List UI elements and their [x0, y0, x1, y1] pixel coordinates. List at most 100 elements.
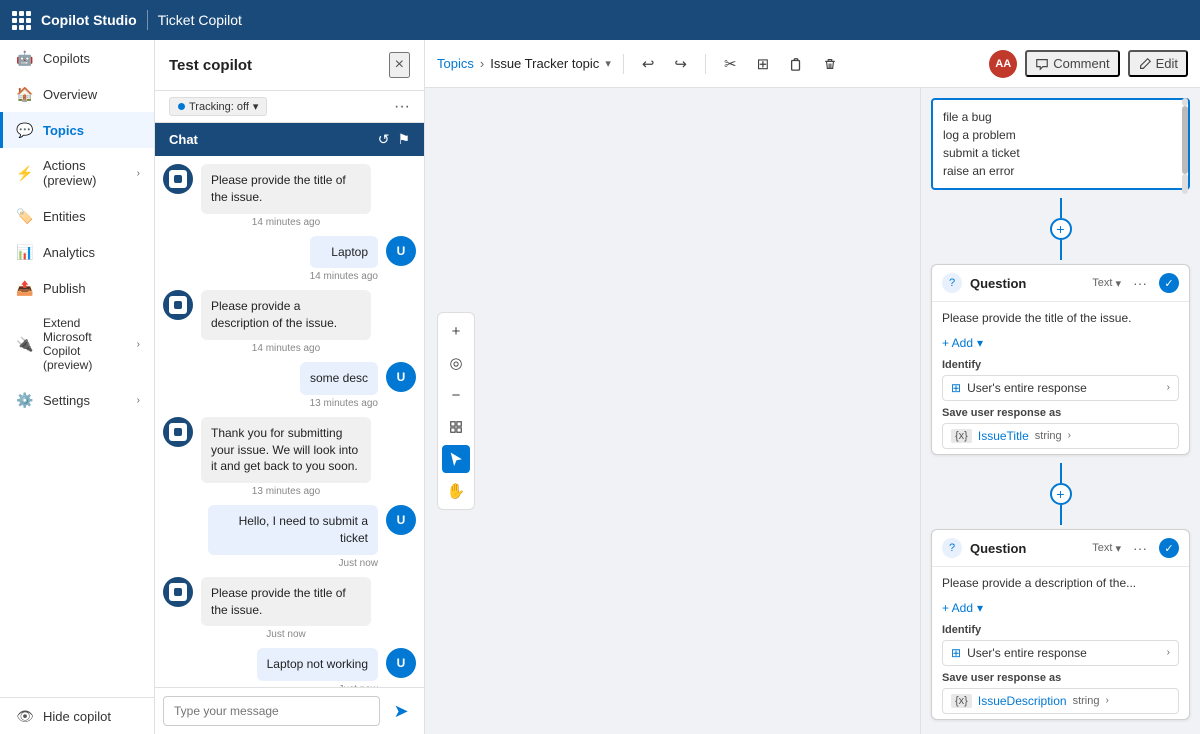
canvas-drawing-area[interactable]: [425, 88, 920, 734]
message-bubble: Laptop 14 minutes ago: [310, 236, 378, 283]
field-icon: ⊞: [951, 381, 961, 395]
toolbar-divider: [705, 54, 706, 74]
question-icon: ?: [942, 273, 962, 293]
save-section: Save user response as {x} IssueDescripti…: [942, 672, 1179, 714]
topbar-divider: [147, 10, 148, 30]
user-avatar: U: [386, 236, 416, 266]
redo-button[interactable]: ↪: [668, 51, 693, 77]
canvas-toolbar: Topics › Issue Tracker topic ▾ ↩ ↪ ✂ ⊞ A…: [425, 40, 1200, 88]
message-text: Please provide a description of the issu…: [201, 290, 371, 340]
message-bubble: Thank you for submitting your issue. We …: [201, 417, 371, 497]
comment-button[interactable]: Comment: [1025, 50, 1119, 77]
message-row: Thank you for submitting your issue. We …: [163, 417, 416, 497]
settings-icon: ⚙️: [17, 392, 33, 408]
message-time: 14 minutes ago: [201, 217, 371, 228]
paste-button[interactable]: [783, 53, 809, 75]
save-field[interactable]: {x} IssueTitle string ›: [942, 423, 1179, 449]
test-panel-header: Test copilot ×: [155, 40, 424, 91]
extend-chevron: ›: [137, 339, 140, 350]
message-text: Laptop: [310, 236, 378, 269]
copy-button[interactable]: ⊞: [751, 51, 776, 77]
zoom-fit-button[interactable]: [442, 413, 470, 441]
field-chevron: ›: [1105, 695, 1108, 706]
card-add-button[interactable]: + Add ▾: [942, 598, 1179, 618]
save-field[interactable]: {x} IssueDescription string ›: [942, 688, 1179, 714]
topbar: Copilot Studio Ticket Copilot: [0, 0, 1200, 40]
zoom-focus-button[interactable]: ◎: [442, 349, 470, 377]
edit-button[interactable]: Edit: [1128, 50, 1188, 77]
undo-button[interactable]: ↩: [636, 51, 661, 77]
card-add-button[interactable]: + Add ▾: [942, 333, 1179, 353]
question-icon: ?: [942, 538, 962, 558]
actions-icon: ⚡: [17, 165, 33, 181]
sidebar-item-analytics[interactable]: 📊 Analytics: [0, 234, 154, 270]
zoom-in-button[interactable]: +: [442, 317, 470, 345]
card-title: Question: [970, 276, 1084, 291]
topics-breadcrumb-link[interactable]: Topics: [437, 56, 474, 71]
sidebar-item-actions[interactable]: ⚡ Actions (preview) ›: [0, 148, 154, 198]
trigger-item: submit a ticket: [943, 144, 1178, 162]
var-type: string: [1073, 695, 1100, 707]
test-panel-title: Test copilot: [169, 57, 389, 74]
message-time: Just now: [201, 629, 371, 640]
test-panel-toolbar: Tracking: off ▾ ···: [155, 91, 424, 123]
overview-icon: 🏠: [17, 86, 33, 102]
sidebar-item-publish[interactable]: 📤 Publish: [0, 270, 154, 306]
card-title: Question: [970, 541, 1084, 556]
trigger-section: file a bug log a problem submit a ticket…: [931, 98, 1190, 194]
more-options-button[interactable]: ···: [394, 98, 410, 116]
sidebar-item-topics[interactable]: 💬 Topics: [0, 112, 154, 148]
identify-field[interactable]: ⊞ User's entire response ›: [942, 640, 1179, 666]
breadcrumb-chevron[interactable]: ▾: [605, 57, 611, 70]
user-avatar[interactable]: AA: [989, 50, 1017, 78]
select-tool-button[interactable]: [442, 445, 470, 473]
flow-card-question1: ? Question Text ▾ ··· ✓ Please provide t…: [931, 264, 1190, 455]
message-bubble: Laptop not working Just now: [257, 648, 378, 687]
hand-tool-button[interactable]: ✋: [442, 477, 470, 505]
save-section: Save user response as {x} IssueTitle str…: [942, 407, 1179, 449]
message-row: U some desc 13 minutes ago: [163, 362, 416, 409]
card-description: Please provide a description of the...: [942, 575, 1179, 592]
card-more-button[interactable]: ···: [1129, 273, 1151, 293]
sidebar-item-copilots[interactable]: 🤖 Copilots: [0, 40, 154, 76]
publish-icon: 📤: [17, 280, 33, 296]
tracking-toggle[interactable]: Tracking: off ▾: [169, 97, 267, 116]
add-node-button-2[interactable]: +: [1050, 483, 1072, 505]
extend-icon: 🔌: [17, 336, 33, 352]
sidebar-item-extend[interactable]: 🔌 Extend Microsoft Copilot (preview) ›: [0, 306, 154, 382]
tracking-chevron: ▾: [253, 100, 259, 113]
message-text: Thank you for submitting your issue. We …: [201, 417, 371, 483]
var-name: IssueTitle: [978, 429, 1029, 443]
identify-field[interactable]: ⊞ User's entire response ›: [942, 375, 1179, 401]
field-chevron: ›: [1068, 430, 1071, 441]
add-node-button[interactable]: +: [1050, 218, 1072, 240]
cut-button[interactable]: ✂: [718, 51, 743, 77]
var-icon: {x}: [951, 694, 972, 708]
chat-input[interactable]: [163, 696, 380, 726]
var-name: IssueDescription: [978, 694, 1067, 708]
sidebar-item-entities[interactable]: 🏷️ Entities: [0, 198, 154, 234]
sidebar-item-overview[interactable]: 🏠 Overview: [0, 76, 154, 112]
chat-refresh-button[interactable]: ↺: [378, 131, 390, 148]
sidebar-item-settings[interactable]: ⚙️ Settings ›: [0, 382, 154, 418]
close-button[interactable]: ×: [389, 52, 410, 78]
zoom-out-button[interactable]: −: [442, 381, 470, 409]
flow-card-header: ? Question Text ▾ ··· ✓: [932, 265, 1189, 302]
message-time: 14 minutes ago: [201, 343, 371, 354]
message-row: Please provide a description of the issu…: [163, 290, 416, 354]
grid-icon[interactable]: [12, 11, 31, 30]
chat-flag-button[interactable]: ⚑: [397, 131, 410, 148]
chat-send-button[interactable]: ➤: [386, 696, 416, 726]
hide-copilot-button[interactable]: 👁 Hide copilot: [0, 698, 154, 734]
settings-chevron: ›: [137, 395, 140, 406]
identify-label: Identify: [942, 624, 1179, 636]
message-time: 13 minutes ago: [300, 398, 378, 409]
flow-panel: file a bug log a problem submit a ticket…: [920, 88, 1200, 734]
sidebar-bottom: 👁 Hide copilot: [0, 697, 154, 734]
chat-header: Chat ↺ ⚑: [155, 123, 424, 156]
scrollbar[interactable]: [1182, 98, 1188, 194]
field-text: User's entire response: [967, 381, 1161, 395]
delete-button[interactable]: [817, 53, 843, 75]
flow-card-question2: ? Question Text ▾ ··· ✓ Please provide a…: [931, 529, 1190, 720]
card-more-button[interactable]: ···: [1129, 538, 1151, 558]
